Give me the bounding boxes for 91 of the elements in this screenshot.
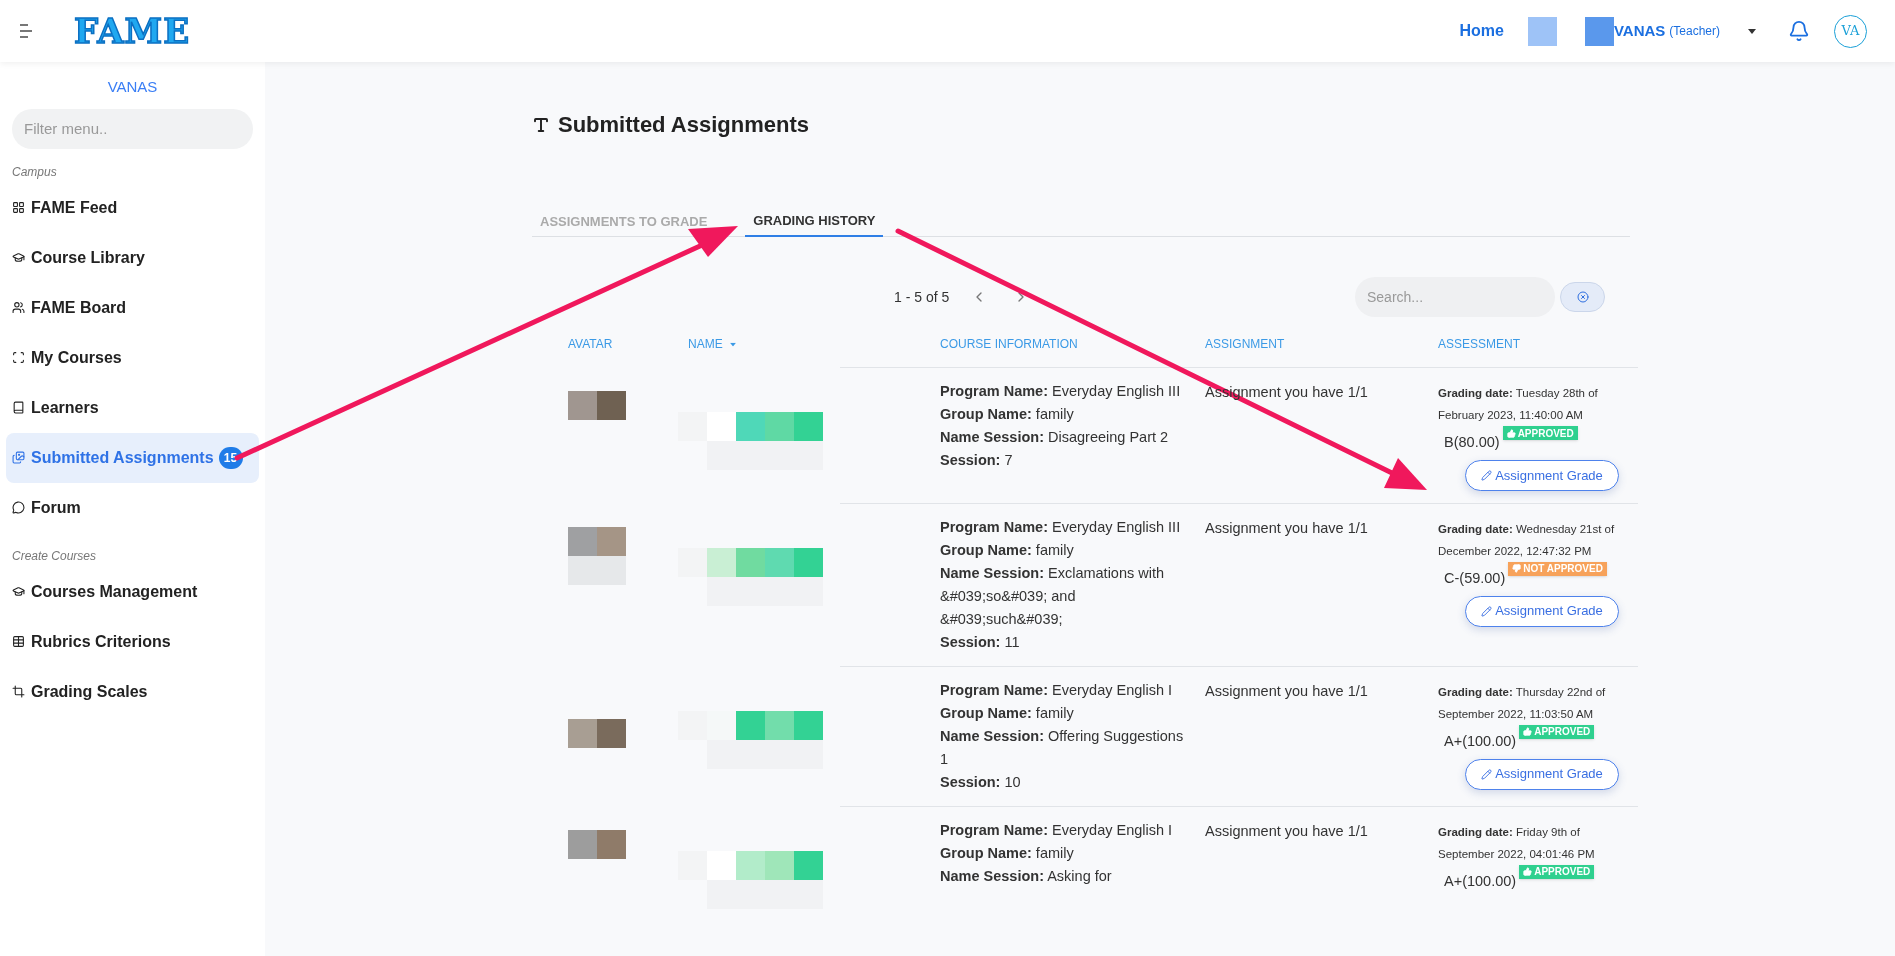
column-header: AVATAR (568, 336, 613, 353)
pencil-icon (1481, 768, 1493, 780)
caret-icon (1748, 28, 1756, 34)
sidebar-item[interactable]: FAME Board (6, 282, 259, 333)
course-detail: Name Session: Disagreeing Part 2 (940, 428, 1170, 447)
pencil-icon (1481, 605, 1493, 617)
clear-search-button[interactable] (1560, 282, 1605, 312)
page-title: Submitted Assignments (558, 111, 809, 139)
book-icon (12, 401, 25, 414)
grading-date: Grading date: Tuesday 28th of February 2023, 11:40:00 AM (1438, 386, 1599, 423)
pagination-info: 1 - 5 of 5 (894, 287, 950, 307)
sidebar-item[interactable]: Grading Scales (6, 666, 259, 717)
grade: A+(100.00) (1444, 731, 1517, 751)
graduation-cap-icon (12, 251, 25, 264)
sidebar-item[interactable]: Courses Management (6, 566, 259, 617)
pencil-icon (1481, 469, 1493, 481)
menu-icon[interactable] (20, 23, 32, 39)
assignment-count: Assignment you have 1/1 (1205, 682, 1368, 699)
crop-icon (12, 685, 25, 698)
course-detail: Program Name: Everyday English III (940, 382, 1182, 401)
caret-icon (729, 342, 736, 346)
column-header: ASSESSMENT (1438, 336, 1521, 353)
grading-date: Grading date: Wednesday 21st of December 2022, 12:47:32 PM (1438, 521, 1616, 559)
item-label: Grading Scales (31, 681, 148, 702)
assignment-grade-button[interactable]: Assignment Grade (1465, 459, 1619, 491)
assignment-count: Assignment you have 1/1 (1205, 822, 1368, 839)
close-icon (1576, 291, 1589, 303)
sidebar-item[interactable]: Forum (6, 482, 259, 533)
home-link[interactable]: Home (1459, 19, 1504, 43)
item-label: Course Library (31, 247, 145, 268)
assignment-count: Assignment you have 1/1 (1205, 519, 1368, 536)
notification-bell-icon[interactable] (1788, 20, 1810, 42)
thumbs-up-icon (1523, 867, 1533, 877)
course-detail: Group Name: family (940, 703, 1075, 723)
course-detail: Name Session: Asking for (940, 866, 1113, 886)
sidebar-item[interactable]: Rubrics Criterions (6, 616, 259, 667)
course-detail: Program Name: Everyday English III (940, 517, 1182, 537)
grade: A+(100.00) (1444, 871, 1517, 891)
status-badge: APPROVED (1519, 724, 1595, 739)
table-icon (12, 635, 25, 648)
sidebar-item[interactable]: FAME Feed (6, 182, 259, 233)
users-icon (12, 301, 25, 314)
status-badge: NOT APPROVED (1508, 561, 1607, 576)
search-field[interactable]: Search... (1355, 277, 1555, 317)
status-badge: APPROVED (1502, 426, 1578, 440)
course-detail: Session: 11 (940, 632, 1021, 652)
chat-icon (12, 501, 25, 514)
column-header: ASSIGNMENT (1205, 336, 1285, 353)
section-label: Campus (11, 163, 58, 181)
section-label: Create Courses (11, 547, 98, 565)
user-name[interactable]: VANAS (1613, 19, 1666, 43)
grid-icon (12, 201, 25, 214)
item-label: Learners (31, 397, 99, 418)
item-label: FAME Feed (31, 197, 118, 218)
graduation-cap-icon (12, 585, 25, 598)
item-label: My Courses (31, 347, 122, 368)
tab[interactable]: GRADING HISTORY (745, 207, 884, 237)
thumbs-down-icon (1512, 564, 1522, 574)
user-role: (Teacher) (1669, 23, 1720, 40)
course-detail: Group Name: family (940, 540, 1075, 560)
organization-name: VANAS (107, 77, 158, 97)
text-size-icon (532, 115, 550, 134)
course-detail: Program Name: Everyday English I (940, 680, 1174, 700)
course-detail: Session: 7 (940, 451, 1014, 470)
sidebar-item[interactable]: Course Library (6, 232, 259, 283)
item-label: FAME Board (31, 297, 127, 318)
grade: C-(59.00) (1444, 568, 1506, 588)
course-detail: Group Name: family (940, 405, 1075, 424)
thumbs-up-icon (1523, 727, 1533, 737)
course-detail: Group Name: family (940, 843, 1075, 863)
frame-icon (12, 351, 25, 364)
item-label: Courses Management (31, 581, 198, 602)
sidebar-item[interactable]: Learners (6, 382, 259, 433)
filter-field[interactable]: Filter menu.. (12, 108, 253, 149)
assignment-grade-button[interactable]: Assignment Grade (1465, 595, 1619, 627)
images-icon (12, 451, 25, 464)
grading-date: Grading date: Thursday 22nd of September 2022, 11:03:50 AM (1438, 684, 1607, 722)
course-detail: Session: 10 (940, 772, 1022, 792)
sidebar-item[interactable]: My Courses (6, 332, 259, 383)
item-label: Rubrics Criterions (31, 631, 171, 652)
course-detail: Name Session: Offering Suggestions 1 (940, 726, 1185, 769)
assignment-grade-button[interactable]: Assignment Grade (1465, 758, 1619, 790)
item-label: Submitted Assignments (31, 447, 214, 468)
column-header: COURSE INFORMATION (940, 336, 1078, 353)
item-label: Forum (31, 497, 81, 518)
thumbs-up-icon (1506, 428, 1516, 438)
grade: B(80.00) (1444, 433, 1500, 452)
course-detail: Program Name: Everyday English I (940, 820, 1174, 840)
grading-date: Grading date: Friday 9th of September 2022, 04:01:46 PM (1438, 824, 1596, 862)
status-badge: APPROVED (1519, 864, 1595, 879)
course-detail: Name Session: Exclamations with &#039;so&#039; and &#039;such&#039; (940, 563, 1166, 629)
